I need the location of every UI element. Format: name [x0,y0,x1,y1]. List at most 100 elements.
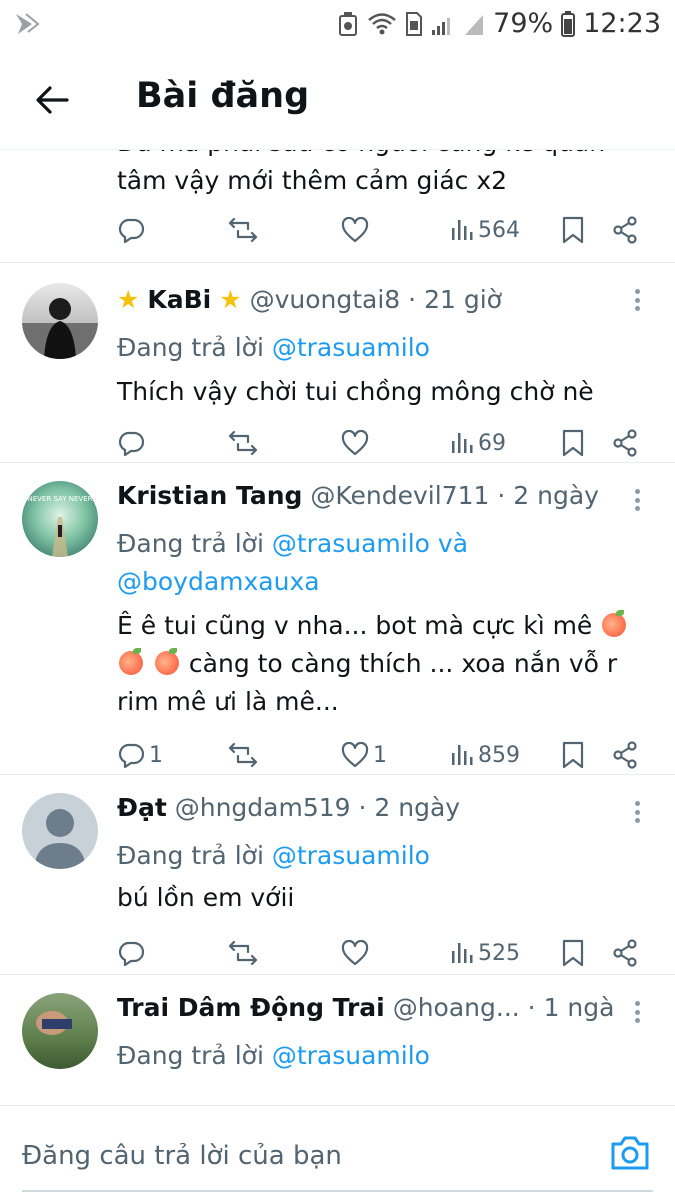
reply-button[interactable]: 1 [117,735,163,775]
share-button[interactable] [612,423,638,463]
retweet-button[interactable] [228,735,258,775]
timestamp[interactable]: 21 giờ [424,285,502,314]
tweet-1[interactable]: ★ KaBi ★ @vuongtai8 · 21 giờ Đang trả lờ… [0,263,675,463]
status-bar: 79% 12:23 [0,0,675,48]
reply-button[interactable] [117,423,145,463]
display-name[interactable]: Trai Dâm Động Trai [117,993,385,1022]
back-button[interactable] [30,78,74,122]
like-icon [341,430,369,456]
replying-to: Đang trả lời @trasuamilo [117,837,430,875]
retweet-button[interactable] [228,210,258,250]
handle[interactable]: @hoang... [393,993,520,1022]
share-icon [613,939,637,967]
clock: 12:23 [583,8,661,39]
views-count: 69 [478,430,506,456]
handle[interactable]: @Kendevil711 [310,481,489,510]
tweet-text-line-2: càng to càng thích ... xoa nắn vỗ r [188,649,618,678]
tweet-4[interactable]: Trai Dâm Động Trai @hoang... · 1 ngày Đa… [0,975,675,1105]
mention-link[interactable]: @trasuamilo [272,1041,430,1070]
avatar[interactable]: NEVER SAY NEVER [22,481,98,557]
views-button[interactable]: 564 [450,210,520,250]
timestamp[interactable]: 2 ngày [513,481,599,510]
app-notification-icon [12,10,42,42]
replies-feed[interactable]: Đã mà phải sau có người cùng kè quan tâm… [0,150,675,1105]
mention-link[interactable]: @trasuamilo và [272,529,468,558]
tweet-text: tâm vậy mới thêm cảm giác x2 [117,166,508,195]
reply-button[interactable] [117,210,145,250]
bookmark-button[interactable] [562,210,584,250]
tweet-text: Ê ê tui cũng v nha... bot mà cực kì mê c… [117,607,645,721]
tweet-text: bú lồn em vớii [117,883,295,912]
mention-link[interactable]: @trasuamilo [272,333,430,362]
replying-to-label: Đang trả lời [117,1041,264,1070]
tweet-text-partial: Đã mà phải sau có người cùng kè quan [117,150,645,162]
display-name[interactable]: Đạt [117,793,167,822]
timestamp[interactable]: 1 ngày [544,993,615,1022]
tweet-0[interactable]: Đã mà phải sau có người cùng kè quan tâm… [0,150,675,263]
bookmark-icon [562,429,584,457]
tweet-2[interactable]: NEVER SAY NEVER Kristian Tang @Kendevil7… [0,463,675,775]
peach-emoji-icon [119,648,143,675]
like-button[interactable] [341,933,369,973]
tweet-text: Thích vậy chời tui chồng mông chờ nè [117,377,594,406]
avatar[interactable] [22,993,98,1069]
handle[interactable]: @hngdam519 [175,793,351,822]
separator: · [497,481,506,510]
views-icon [452,943,473,963]
tweet-3[interactable]: Đạt @hngdam519 · 2 ngày Đang trả lời @tr… [0,775,675,975]
retweet-icon [228,940,258,966]
like-icon [341,217,369,243]
views-icon [452,220,473,240]
more-button[interactable] [627,797,647,827]
tweet-header: Trai Dâm Động Trai @hoang... · 1 ngày [117,993,615,1022]
like-icon [341,742,369,768]
camera-button[interactable] [609,1132,651,1174]
separator: · [408,285,417,314]
handle[interactable]: @vuongtai8 [250,285,401,314]
like-count: 1 [373,742,387,768]
tweet-actions: 69 [0,423,675,463]
reply-icon [118,941,145,967]
sim-icon [405,11,423,37]
retweet-button[interactable] [228,933,258,973]
tweet-actions: 564 [0,210,675,250]
bookmark-button[interactable] [562,735,584,775]
reply-input[interactable] [22,1136,582,1176]
reply-composer [0,1105,675,1200]
star-icon: ★ [219,285,242,314]
mention-link-2[interactable]: @boydamxauxa [117,567,320,596]
more-button[interactable] [627,285,647,315]
display-name[interactable]: Kristian Tang [117,481,302,510]
more-button[interactable] [627,485,647,515]
tweet-text-line-3: rim mê ưi là mê... [117,687,339,716]
bookmark-button[interactable] [562,933,584,973]
avatar[interactable] [22,283,98,359]
more-button[interactable] [627,997,647,1027]
bookmark-button[interactable] [562,423,584,463]
like-button[interactable] [341,210,369,250]
mention-link[interactable]: @trasuamilo [272,841,430,870]
timestamp[interactable]: 2 ngày [374,793,460,822]
retweet-button[interactable] [228,423,258,463]
share-button[interactable] [612,735,638,775]
retweet-icon [228,217,258,243]
bookmark-icon [562,939,584,967]
display-name[interactable]: KaBi [147,285,211,314]
avatar[interactable] [22,793,98,869]
battery-icon [561,10,576,37]
camera-icon [611,1136,649,1170]
peach-emoji-icon [602,610,627,637]
separator: · [358,793,367,822]
views-button[interactable]: 859 [450,735,520,775]
bookmark-icon [562,216,584,244]
wifi-icon [367,12,397,36]
views-button[interactable]: 525 [450,933,520,973]
like-button[interactable] [341,423,369,463]
views-button[interactable]: 69 [450,423,506,463]
share-button[interactable] [612,210,638,250]
header: Bài đăng [0,48,675,150]
reply-button[interactable] [117,933,145,973]
page-title: Bài đăng [136,76,310,116]
like-button[interactable]: 1 [341,735,387,775]
share-button[interactable] [612,933,638,973]
